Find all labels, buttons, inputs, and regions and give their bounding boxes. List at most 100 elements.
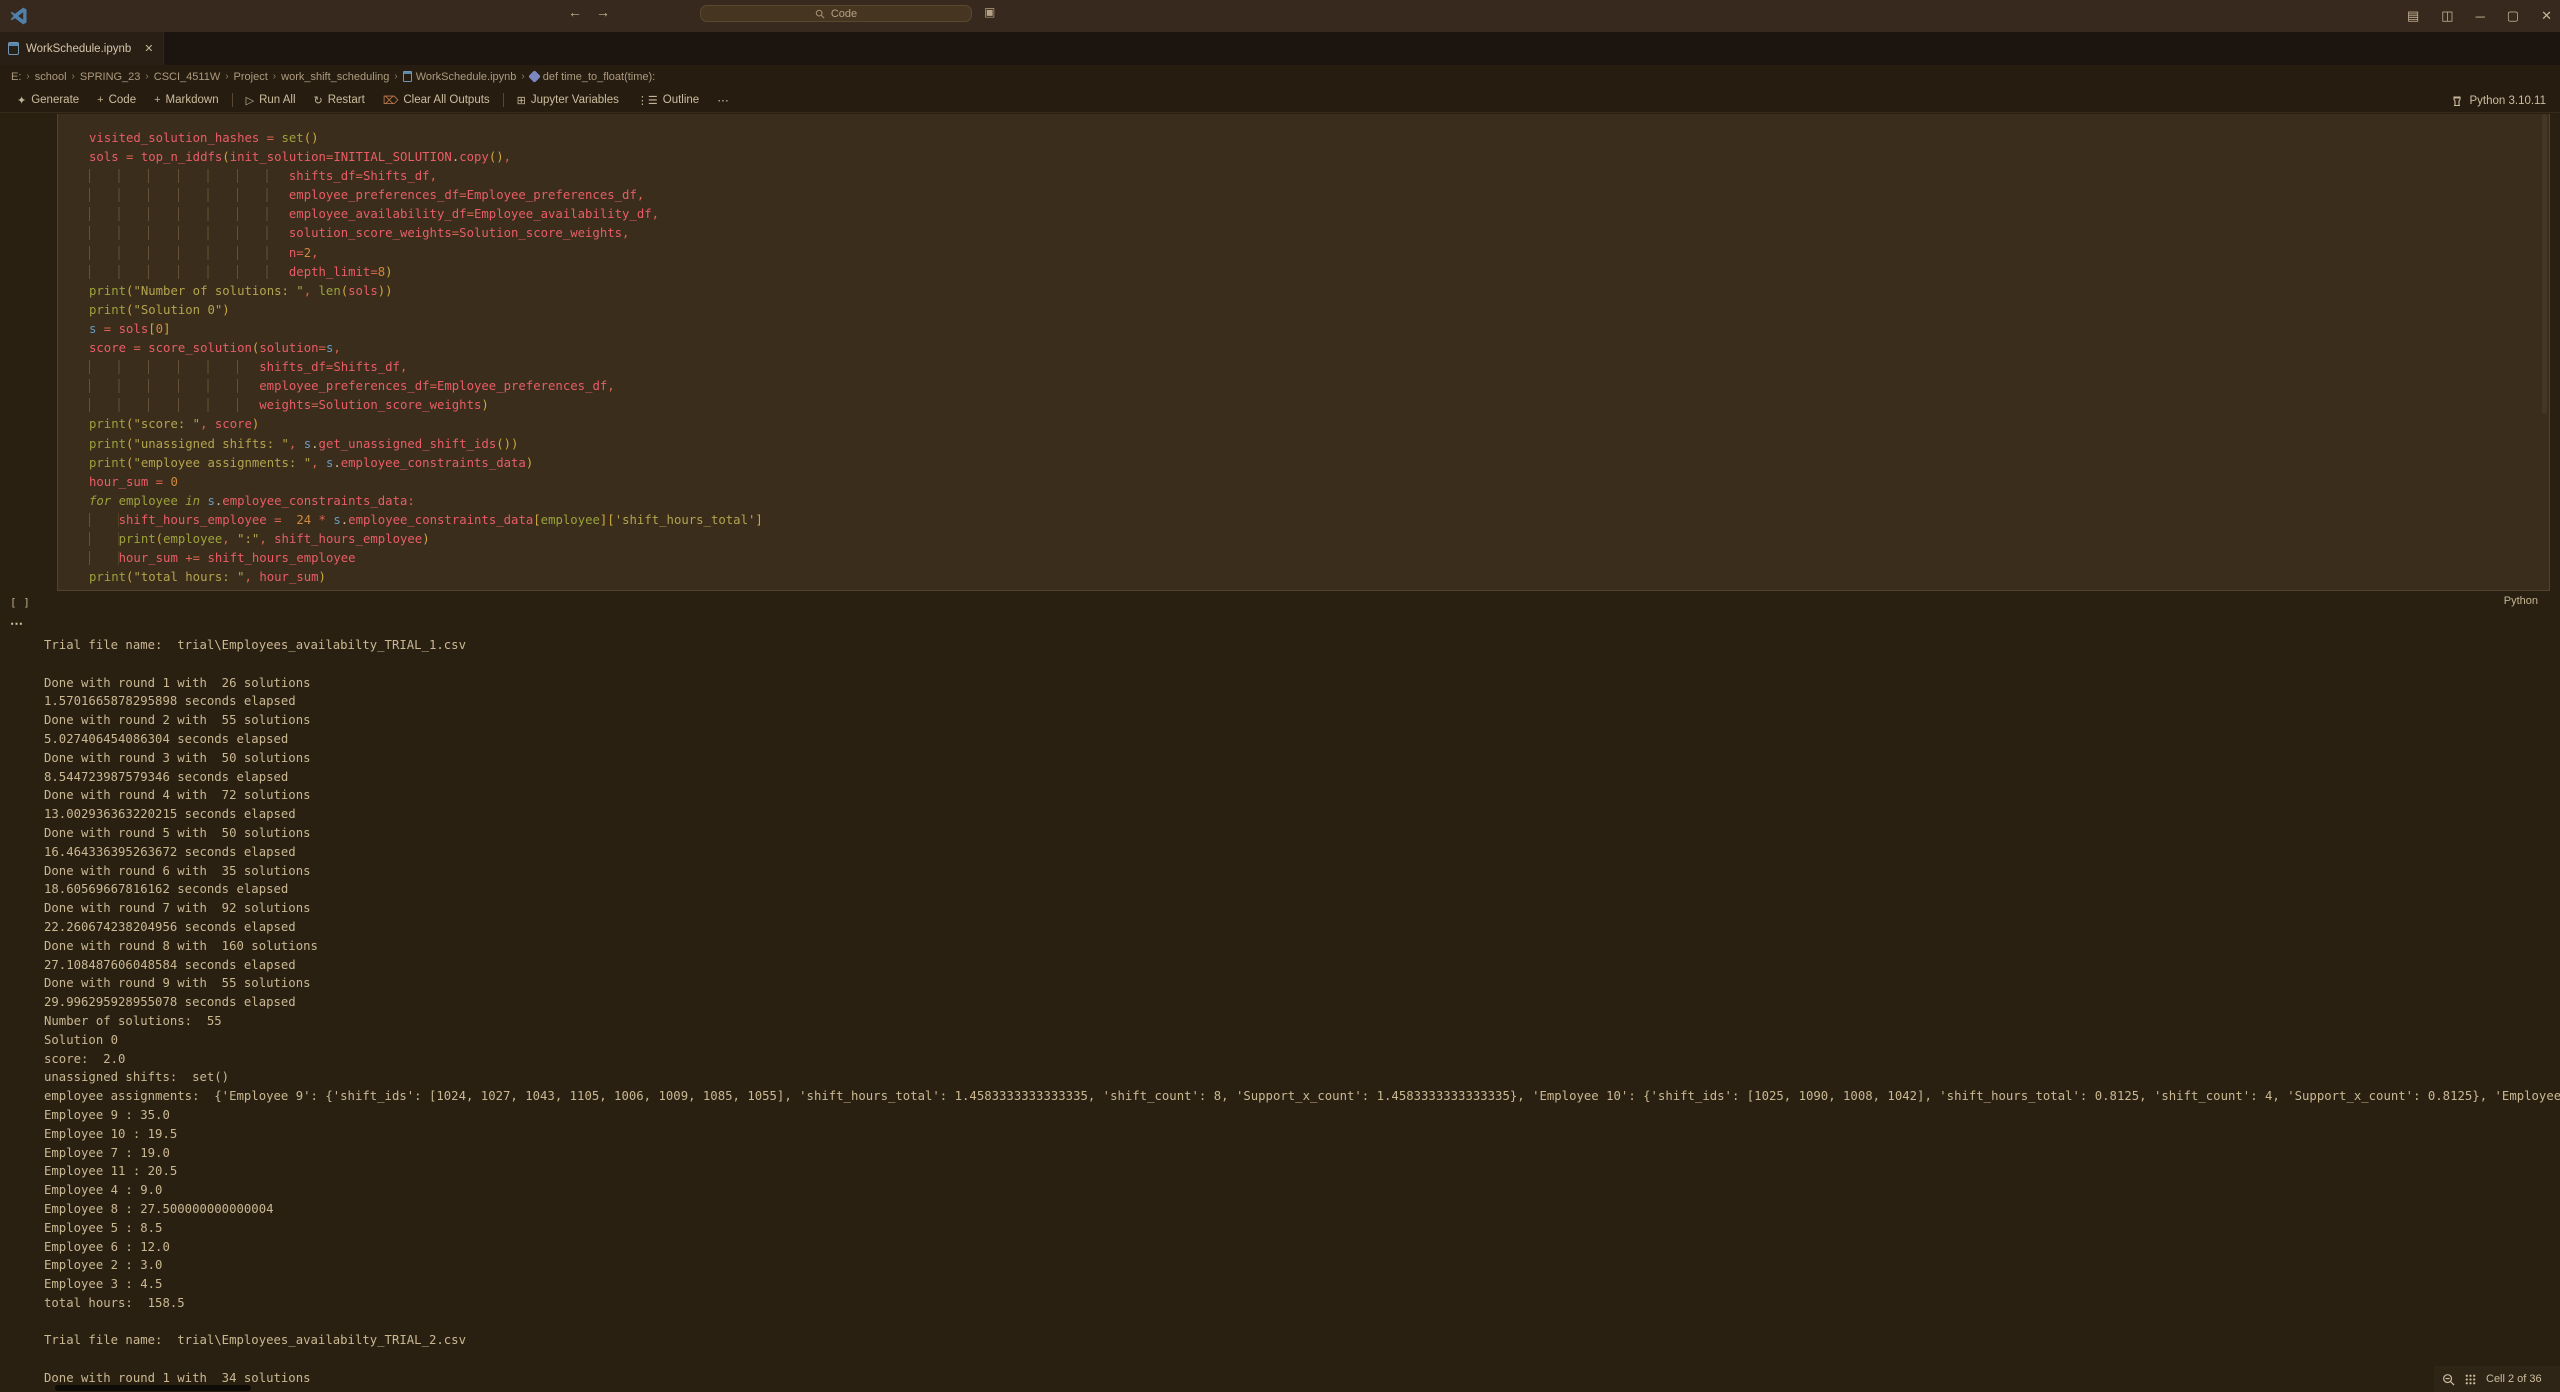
copilot-chat-icon[interactable]: ▣ — [984, 5, 995, 19]
code-lines[interactable]: visited_solution_hashes = set()sols = to… — [89, 129, 763, 587]
outline-label: Outline — [663, 94, 699, 106]
breadcrumb-item[interactable]: E: — [11, 71, 21, 83]
code-line[interactable]: depth_limit=8) — [89, 263, 763, 282]
output-line: Employee 9 : 35.0 — [44, 1106, 2560, 1125]
more-actions-button[interactable]: ⋯ — [708, 88, 738, 112]
toggle-panel-icon[interactable]: ▤ — [2407, 8, 2419, 24]
output-line: Employee 4 : 9.0 — [44, 1181, 2560, 1200]
notebook-editor: visited_solution_hashes = set()sols = to… — [0, 114, 2560, 1392]
nav-forward-button[interactable]: → — [596, 4, 610, 20]
output-line: Done with round 5 with 50 solutions — [44, 824, 2560, 843]
output-line: 18.60569667816162 seconds elapsed — [44, 880, 2560, 899]
add-markdown-cell-button[interactable]: + Markdown — [145, 88, 228, 112]
tab-close-icon[interactable]: ✕ — [144, 42, 153, 55]
output-line: Solution 0 — [44, 1031, 2560, 1050]
vscode-window: ← → Code ▣ ▤ ◫ ─ ▢ ✕ WorkSchedule.ipynb … — [0, 0, 2560, 1392]
code-line[interactable]: solution_score_weights=Solution_score_we… — [89, 224, 763, 243]
breadcrumb-item[interactable]: SPRING_23 — [80, 71, 141, 83]
output-line: Done with round 2 with 55 solutions — [44, 711, 2560, 730]
output-line: Done with round 1 with 26 solutions — [44, 674, 2560, 693]
notebook-status-overlay: Cell 2 of 36 — [2434, 1366, 2560, 1392]
output-line: Employee 11 : 20.5 — [44, 1162, 2560, 1181]
kernel-icon — [2451, 95, 2463, 107]
run-all-label: Run All — [259, 94, 295, 106]
generate-label: Generate — [31, 94, 79, 106]
nav-back-button[interactable]: ← — [568, 4, 582, 20]
output-line: Trial file name: trial\Employees_availab… — [44, 1331, 2560, 1350]
breadcrumb-separator: › — [521, 71, 524, 82]
output-line: Employee 7 : 19.0 — [44, 1144, 2560, 1163]
code-line[interactable]: for employee in s.employee_constraints_d… — [89, 492, 763, 511]
code-line[interactable]: print("employee assignments: ", s.employ… — [89, 454, 763, 473]
code-line[interactable]: hour_sum += shift_hours_employee — [89, 549, 763, 568]
breadcrumb-item[interactable]: school — [35, 71, 67, 83]
output-line — [44, 1313, 2560, 1332]
window-close-button[interactable]: ✕ — [2541, 8, 2552, 24]
restart-button[interactable]: ↻ Restart — [305, 88, 374, 112]
search-label: Code — [831, 8, 857, 20]
customize-layout-icon[interactable]: ◫ — [2441, 8, 2453, 24]
outline-button[interactable]: ⋮☰ Outline — [628, 88, 708, 112]
output-collapse-handle[interactable]: ⋯ — [10, 616, 24, 632]
notebook-file-icon — [403, 71, 412, 82]
code-cell[interactable]: visited_solution_hashes = set()sols = to… — [57, 114, 2550, 591]
zoom-out-icon[interactable] — [2442, 1373, 2455, 1386]
code-line[interactable]: employee_preferences_df=Employee_prefere… — [89, 186, 763, 205]
generate-button[interactable]: ✦ Generate — [8, 88, 88, 112]
add-code-cell-button[interactable]: + Code — [88, 88, 145, 112]
breadcrumb-item[interactable]: CSCI_4511W — [154, 71, 220, 83]
symbol-method-icon — [528, 70, 541, 83]
code-line[interactable]: shifts_df=Shifts_df, — [89, 358, 763, 377]
ellipsis-icon: ⋯ — [717, 93, 729, 107]
output-line: Done with round 4 with 72 solutions — [44, 786, 2560, 805]
code-line[interactable]: print("total hours: ", hour_sum) — [89, 568, 763, 587]
output-line: unassigned shifts: set() — [44, 1068, 2560, 1087]
code-line[interactable]: n=2, — [89, 244, 763, 263]
output-line: total hours: 158.5 — [44, 1294, 2560, 1313]
command-center-search[interactable]: Code — [700, 5, 972, 22]
output-horizontal-scrollbar[interactable] — [55, 1385, 251, 1391]
cell-language-picker[interactable]: Python — [2504, 595, 2538, 607]
grid-icon[interactable] — [2464, 1373, 2477, 1386]
breadcrumb[interactable]: E:›school›SPRING_23›CSCI_4511W›Project›w… — [0, 65, 2560, 88]
breadcrumb-item[interactable]: Project — [234, 71, 268, 83]
cell-scrollbar[interactable] — [2542, 114, 2547, 414]
output-line: Employee 3 : 4.5 — [44, 1275, 2560, 1294]
breadcrumb-item[interactable]: def time_to_float(time): — [530, 71, 656, 83]
breadcrumb-separator: › — [273, 71, 276, 82]
toolbar-divider — [232, 93, 233, 107]
code-line[interactable]: print("score: ", score) — [89, 415, 763, 434]
run-all-button[interactable]: ▷ Run All — [237, 88, 305, 112]
output-line: Done with round 1 with 34 solutions — [44, 1369, 2560, 1388]
restart-icon: ↻ — [314, 94, 323, 107]
code-line[interactable]: print("Solution 0") — [89, 301, 763, 320]
code-line[interactable]: print(employee, ":", shift_hours_employe… — [89, 530, 763, 549]
code-line[interactable]: score = score_solution(solution=s, — [89, 339, 763, 358]
code-line[interactable]: print("Number of solutions: ", len(sols)… — [89, 282, 763, 301]
jupyter-variables-button[interactable]: ⊞ Jupyter Variables — [508, 88, 628, 112]
code-line[interactable]: sols = top_n_iddfs(init_solution=INITIAL… — [89, 148, 763, 167]
window-minimize-button[interactable]: ─ — [2476, 9, 2485, 24]
breadcrumb-item[interactable]: work_shift_scheduling — [281, 71, 389, 83]
code-line[interactable]: employee_availability_df=Employee_availa… — [89, 205, 763, 224]
code-line[interactable]: shifts_df=Shifts_df, — [89, 167, 763, 186]
clear-all-outputs-button[interactable]: ⌦ Clear All Outputs — [374, 88, 499, 112]
code-line[interactable]: employee_preferences_df=Employee_prefere… — [89, 377, 763, 396]
cell-output[interactable]: Trial file name: trial\Employees_availab… — [44, 636, 2560, 1392]
code-line[interactable]: visited_solution_hashes = set() — [89, 129, 763, 148]
output-line: 5.027406454086304 seconds elapsed — [44, 730, 2560, 749]
code-line[interactable]: s = sols[0] — [89, 320, 763, 339]
output-line: Employee 2 : 3.0 — [44, 1256, 2560, 1275]
code-line[interactable]: print("unassigned shifts: ", s.get_unass… — [89, 435, 763, 454]
window-maximize-button[interactable]: ▢ — [2507, 8, 2519, 24]
tab-workschedule[interactable]: WorkSchedule.ipynb ✕ — [0, 32, 164, 65]
breadcrumb-separator: › — [394, 71, 397, 82]
run-all-icon: ▷ — [246, 94, 254, 107]
code-line[interactable]: shift_hours_employee = 24 * s.employee_c… — [89, 511, 763, 530]
code-line[interactable]: hour_sum = 0 — [89, 473, 763, 492]
breadcrumb-item[interactable]: WorkSchedule.ipynb — [403, 71, 517, 83]
code-line[interactable]: weights=Solution_score_weights) — [89, 396, 763, 415]
kernel-picker[interactable]: Python 3.10.11 — [2451, 88, 2546, 113]
output-line: Trial file name: trial\Employees_availab… — [44, 636, 2560, 655]
output-line: Employee 8 : 27.500000000000004 — [44, 1200, 2560, 1219]
